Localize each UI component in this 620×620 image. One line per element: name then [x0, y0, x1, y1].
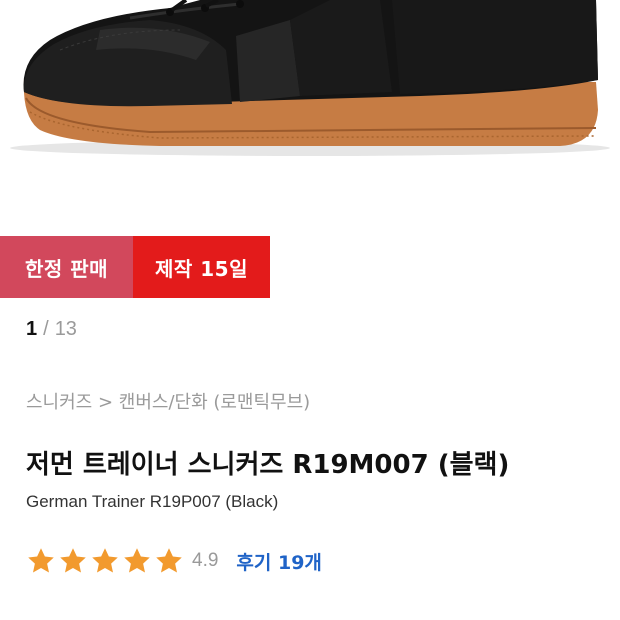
product-badges: 한정 판매 제작 15일	[0, 236, 270, 298]
star-rating	[26, 546, 186, 576]
product-image[interactable]	[0, 0, 620, 200]
star-icon	[92, 548, 118, 573]
production-time-badge: 제작 15일	[133, 236, 270, 298]
limited-sale-badge: 한정 판매	[0, 236, 133, 298]
product-subtitle: German Trainer R19P007 (Black)	[26, 492, 279, 511]
pager-separator: /	[43, 318, 49, 340]
star-icon	[28, 548, 54, 573]
pager-current: 1	[26, 318, 38, 340]
pager-total: 13	[54, 318, 77, 340]
image-pager: 1/13	[26, 318, 77, 341]
star-icon	[124, 548, 150, 573]
rating-row: 4.9 후기 19개	[26, 544, 322, 578]
breadcrumb[interactable]: 스니커즈 > 캔버스/단화 (로맨틱무브)	[26, 388, 310, 414]
star-icon	[156, 548, 182, 573]
star-icon	[60, 548, 86, 573]
rating-score: 4.9	[192, 550, 219, 571]
product-title: 저먼 트레이너 스니커즈 R19M007 (블랙)	[26, 450, 510, 480]
reviews-link[interactable]: 후기 19개	[236, 548, 322, 575]
